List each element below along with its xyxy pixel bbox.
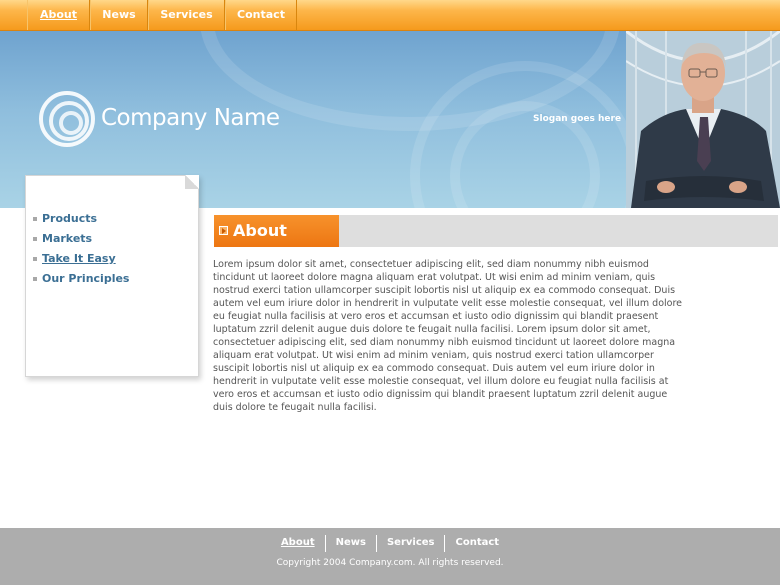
company-logo-icon xyxy=(39,91,95,147)
sidebar-menu: Products Markets Take It Easy Our Princi… xyxy=(33,211,129,291)
sidebar-item-our-principles[interactable]: Our Principles xyxy=(33,271,129,291)
footer: About News Services Contact Copyright 2004 … xyxy=(0,528,780,585)
nav-item-contact[interactable]: Contact xyxy=(225,0,297,30)
top-nav: About News Services Contact xyxy=(0,0,780,31)
bullet-icon xyxy=(33,277,37,281)
section-header-bar: About xyxy=(214,215,778,247)
footer-link-services[interactable]: Services xyxy=(375,535,445,552)
sidebar-item-markets[interactable]: Markets xyxy=(33,231,129,251)
arrow-right-icon xyxy=(219,226,228,235)
sidebar-item-label: Our Principles xyxy=(42,272,130,285)
footer-link-about[interactable]: About xyxy=(271,535,325,552)
sidebar-item-take-it-easy[interactable]: Take It Easy xyxy=(33,251,129,271)
slogan: Slogan goes here xyxy=(533,114,622,124)
bullet-icon xyxy=(33,217,37,221)
copyright-text: Copyright 2004 Company.com. All rights r… xyxy=(276,558,504,568)
company-name: Company Name xyxy=(101,105,280,131)
sidebar-item-label: Products xyxy=(42,212,98,225)
footer-link-news[interactable]: News xyxy=(324,535,376,552)
bullet-icon xyxy=(33,257,37,261)
section-title: About xyxy=(233,221,287,240)
nav-item-services[interactable]: Services xyxy=(148,0,225,30)
sidebar-item-label: Markets xyxy=(42,232,93,245)
sidebar-item-products[interactable]: Products xyxy=(33,211,129,231)
bullet-icon xyxy=(33,237,37,241)
page: About News Services Contact Company Name… xyxy=(0,0,780,585)
nav-item-about[interactable]: About xyxy=(27,0,90,30)
footer-link-contact[interactable]: Contact xyxy=(444,535,509,552)
footer-nav: About News Services Contact xyxy=(0,535,780,552)
page-fold-corner xyxy=(185,175,199,189)
body-paragraph: Lorem ipsum dolor sit amet, consectetuer… xyxy=(213,259,683,413)
nav-item-news[interactable]: News xyxy=(90,0,148,30)
sidebar: Products Markets Take It Easy Our Princi… xyxy=(25,175,199,377)
sidebar-item-label: Take It Easy xyxy=(42,252,116,265)
section-title-tab: About xyxy=(214,215,339,247)
businessman-photo xyxy=(626,31,780,208)
